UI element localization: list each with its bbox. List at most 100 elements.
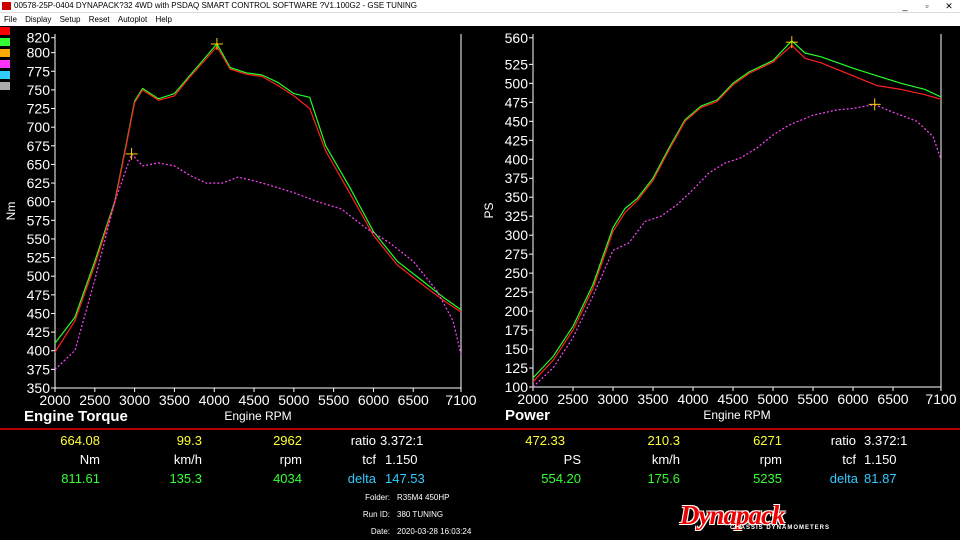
- torque-x-tick-label: 6500: [398, 392, 429, 408]
- power-speed-2: 175.6: [647, 471, 680, 486]
- torque-y-tick-label: 525: [27, 250, 51, 266]
- power-tcf-label: tcf: [842, 452, 856, 467]
- folder-value: R35M4 450HP: [397, 493, 450, 502]
- power-x-tick-label: 3000: [597, 391, 628, 407]
- torque-y-tick-label: 725: [27, 101, 51, 117]
- torque-x-label: Engine RPM: [224, 409, 291, 423]
- power-y-tick-label: 560: [505, 30, 529, 46]
- power-delta-label: delta: [829, 471, 858, 486]
- power-delta-value: 81.87: [864, 471, 897, 486]
- torque-x-tick-label: 3500: [159, 392, 190, 408]
- power-y-tick-label: 225: [505, 284, 529, 300]
- torque-y-tick-label: 800: [27, 45, 51, 61]
- power-unit: PS: [563, 452, 581, 467]
- tcf-label: tcf: [362, 452, 376, 467]
- torque-y-tick-label: 750: [27, 82, 51, 98]
- power-x-tick-label: 7100: [925, 391, 956, 407]
- torque-y-tick-label: 475: [27, 287, 51, 303]
- power-value: 472.33: [525, 433, 565, 448]
- power-ratio-label: ratio: [830, 433, 856, 448]
- power-rpm-2: 5235: [753, 471, 782, 486]
- torque-value-2: 811.61: [61, 471, 100, 486]
- torque-x-tick-label: 5500: [318, 392, 349, 408]
- power-y-tick-label: 300: [505, 227, 529, 243]
- power-y-label: PS: [482, 202, 496, 218]
- torque-y-tick-label: 700: [27, 119, 51, 135]
- power-ratio-value: 3.372:1: [864, 433, 908, 448]
- delta-label: delta: [347, 471, 376, 486]
- torque-panel-title: Engine Torque: [24, 408, 128, 425]
- torque-y-tick-label: 450: [27, 305, 51, 321]
- power-y-tick-label: 500: [505, 75, 529, 91]
- torque-y-tick-label: 400: [27, 343, 51, 359]
- power-x-tick-label: 2000: [517, 391, 548, 407]
- power-value-2: 554.20: [541, 471, 581, 486]
- torque-rpm: 2962: [273, 433, 302, 448]
- power-y-tick-label: 475: [505, 94, 529, 110]
- torque-unit: Nm: [79, 452, 100, 467]
- torque-x-tick-label: 7100: [445, 392, 476, 408]
- torque-x-tick-label: 4500: [238, 392, 269, 408]
- power-y-tick-label: 175: [505, 322, 529, 338]
- dynapack-logo: Dynapack CHASSIS DYNAMOMETERS: [680, 500, 850, 534]
- power-panel-title: Power: [505, 407, 550, 424]
- runid-value: 380 TUNING: [397, 510, 444, 519]
- power-x-tick-label: 2500: [557, 391, 588, 407]
- power-x-tick-label: 6000: [837, 391, 868, 407]
- power-series-line-2: [532, 104, 942, 388]
- torque-x-tick-label: 5000: [278, 392, 309, 408]
- ratio-value: 3.372:1: [380, 433, 424, 448]
- power-rpm-unit: rpm: [759, 452, 782, 467]
- power-series-line-0: [532, 40, 942, 379]
- logo-subtitle: CHASSIS DYNAMOMETERS: [730, 525, 831, 531]
- runid-label: Run ID:: [362, 510, 390, 519]
- torque-x-tick-label: 6000: [358, 392, 389, 408]
- torque-y-tick-label: 625: [27, 175, 51, 191]
- torque-y-tick-label: 500: [27, 268, 51, 284]
- power-x-tick-label: 4000: [677, 391, 708, 407]
- power-y-tick-label: 350: [505, 189, 529, 205]
- power-y-tick-label: 200: [505, 303, 529, 319]
- delta-value: 147.53: [385, 471, 425, 486]
- date-label: Date:: [370, 527, 390, 536]
- date-value: 2020-03-28 16:03:24: [397, 527, 472, 536]
- power-y-tick-label: 425: [505, 132, 529, 148]
- power-tcf-value: 1.150: [864, 452, 897, 467]
- power-y-tick-label: 250: [505, 265, 529, 281]
- power-y-tick-label: 400: [505, 151, 529, 167]
- power-speed-unit: km/h: [651, 452, 680, 467]
- torque-series-line-2: [54, 153, 462, 370]
- speed-unit: km/h: [173, 452, 202, 467]
- power-rpm: 6271: [753, 433, 782, 448]
- ratio-label: ratio: [350, 433, 376, 448]
- power-x-tick-label: 5500: [797, 391, 828, 407]
- torque-value: 664.08: [60, 433, 100, 448]
- power-y-tick-label: 325: [505, 208, 529, 224]
- tcf-value: 1.150: [385, 452, 418, 467]
- torque-y-label: Nm: [4, 202, 18, 221]
- torque-series-line-0: [54, 43, 462, 344]
- torque-y-tick-label: 775: [27, 63, 51, 79]
- power-x-tick-label: 3500: [637, 391, 668, 407]
- power-y-tick-label: 450: [505, 113, 529, 129]
- power-y-tick-label: 275: [505, 246, 529, 262]
- torque-y-tick-label: 650: [27, 156, 51, 172]
- torque-speed: 99.3: [176, 433, 202, 448]
- power-y-tick-label: 150: [505, 341, 529, 357]
- power-y-tick-label: 375: [505, 170, 529, 186]
- torque-y-tick-label: 575: [27, 212, 51, 228]
- power-y-tick-label: 125: [505, 360, 529, 376]
- torque-y-tick-label: 425: [27, 324, 51, 340]
- power-x-label: Engine RPM: [703, 408, 770, 422]
- torque-y-tick-label: 550: [27, 231, 51, 247]
- torque-speed-2: 135.3: [169, 471, 202, 486]
- torque-y-tick-label: 675: [27, 138, 51, 154]
- dyno-charts: 350 375 400 425 450 475 500 525 550 575 600 625 650 6…: [0, 30, 960, 430]
- torque-x-tick-label: 2500: [79, 392, 110, 408]
- power-y-tick-label: 525: [505, 56, 529, 72]
- torque-x-tick-label: 3000: [119, 392, 150, 408]
- torque-y-tick-label: 820: [27, 30, 51, 46]
- torque-y-tick-label: 375: [27, 361, 51, 377]
- power-x-tick-label: 6500: [877, 391, 908, 407]
- power-x-tick-label: 5000: [757, 391, 788, 407]
